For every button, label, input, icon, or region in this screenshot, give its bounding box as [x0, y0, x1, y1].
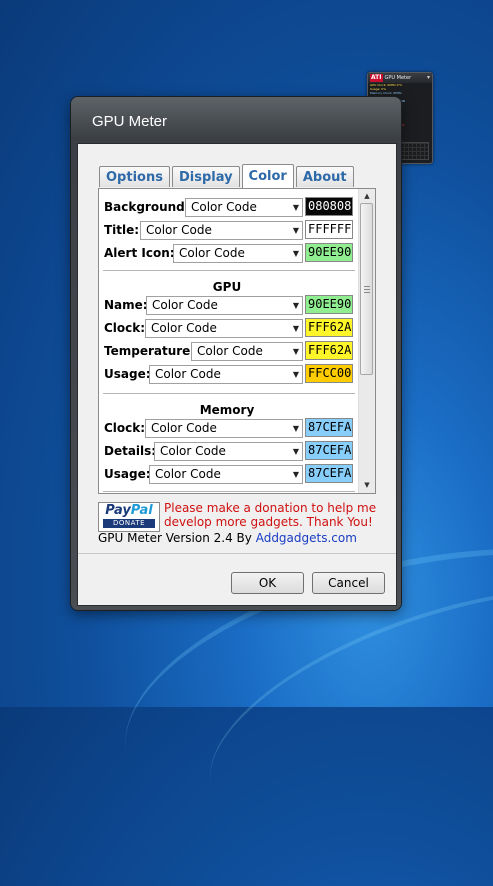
ati-logo: ATI [370, 74, 383, 82]
background-label: Background: [104, 200, 190, 214]
details-label: Details: [104, 444, 157, 458]
dropdown-arrow-icon[interactable]: ▼ [293, 466, 299, 483]
tab-display[interactable]: Display [171, 166, 240, 187]
usage-label: Usage: [104, 467, 151, 481]
dropdown-arrow-icon[interactable]: ▼ [293, 245, 299, 262]
dialog-client-area: Options Display Color About Background: C… [77, 143, 397, 606]
name-color-mode-select[interactable]: Color Code ▼ [146, 295, 303, 315]
background-color-mode-select[interactable]: Color Code ▼ [185, 197, 303, 217]
general-title-row: Title: Color Code ▼ [104, 220, 303, 240]
temperature-label: Temperature: [104, 344, 196, 358]
temperature-color-mode-select[interactable]: Color Code ▼ [191, 341, 303, 361]
memory-section-heading: Memory [199, 403, 255, 417]
memory-usage-row: Usage: Color Code ▼ [104, 464, 303, 484]
alert-icon-color-mode-select[interactable]: Color Code ▼ [173, 243, 303, 263]
gadget-options-icon[interactable]: ▾ [427, 75, 430, 81]
title-label: Title: [104, 223, 140, 237]
title-color-mode-select[interactable]: Color Code ▼ [140, 220, 303, 240]
gpu-clock-row: Clock: Color Code ▼ [104, 318, 303, 338]
tab-color[interactable]: Color [241, 164, 294, 188]
paypal-logo: PayPal [105, 503, 153, 518]
divider [103, 270, 355, 271]
grip-line [364, 292, 370, 293]
ok-button[interactable]: OK [231, 572, 304, 594]
details-color-mode-select[interactable]: Color Code ▼ [154, 441, 303, 461]
gpu-usage-row: Usage: Color Code ▼ [104, 364, 303, 384]
alert-icon-color-code-field[interactable]: 90EE90 [305, 243, 353, 262]
divider [103, 393, 355, 394]
scroll-down-arrow-icon[interactable]: ▼ [359, 478, 375, 493]
temperature-color-code-field[interactable]: FFF62A [305, 341, 353, 360]
gadget-title: GPU Meter [384, 75, 412, 81]
cancel-button[interactable]: Cancel [312, 572, 385, 594]
details-color-code-field[interactable]: 87CEFA [305, 441, 353, 460]
usage-color-mode-select[interactable]: Color Code ▼ [149, 364, 303, 384]
clock-color-mode-select[interactable]: Color Code ▼ [145, 318, 303, 338]
tab-options[interactable]: Options [99, 166, 170, 187]
paypal-donate-button[interactable]: PayPal DONATE [98, 502, 160, 532]
scroll-up-arrow-icon[interactable]: ▲ [359, 189, 375, 204]
dropdown-arrow-icon[interactable]: ▼ [293, 320, 299, 337]
dropdown-arrow-icon[interactable]: ▼ [293, 199, 299, 216]
dropdown-arrow-icon[interactable]: ▼ [293, 222, 299, 239]
button-area-separator [78, 553, 396, 554]
memory-clock-row: Clock: Color Code ▼ [104, 418, 303, 438]
gpu-section-heading: GPU [212, 280, 242, 294]
general-alert-icon-row: Alert Icon: Color Code ▼ [104, 243, 303, 263]
settings-tabs: Options Display Color About [99, 164, 356, 188]
name-label: Name: [104, 298, 148, 312]
color-settings-panel: Background: Color Code ▼ 080808 Title: Color … [98, 188, 376, 494]
clock-color-code-field[interactable]: FFF62A [305, 318, 353, 337]
gpu-temperature-row: Temperature: Color Code ▼ [104, 341, 303, 361]
donation-message: Please make a donation to help me develo… [164, 501, 377, 529]
gadget-header: ATI GPU Meter ▾ [368, 73, 432, 83]
divider [103, 491, 355, 492]
donate-label: DONATE [103, 519, 155, 528]
background-color-code-field[interactable]: 080808 [305, 197, 353, 216]
title-color-code-field[interactable]: FFFFFF [305, 220, 353, 239]
clock-label: Clock: [104, 321, 146, 335]
memory-details-row: Details: Color Code ▼ [104, 441, 303, 461]
version-text: GPU Meter Version 2.4 By Addgadgets.com [98, 531, 357, 545]
alert-icon-label: Alert Icon: [104, 246, 175, 260]
usage-label: Usage: [104, 367, 151, 381]
dropdown-arrow-icon[interactable]: ▼ [293, 343, 299, 360]
clock-color-code-field[interactable]: 87CEFA [305, 418, 353, 437]
dropdown-arrow-icon[interactable]: ▼ [293, 443, 299, 460]
usage-color-code-field[interactable]: 87CEFA [305, 464, 353, 483]
dropdown-arrow-icon[interactable]: ▼ [293, 420, 299, 437]
usage-color-mode-select[interactable]: Color Code ▼ [149, 464, 303, 484]
clock-label: Clock: [104, 421, 146, 435]
grip-line [364, 289, 370, 290]
scrollbar-thumb[interactable] [360, 203, 373, 375]
tab-about[interactable]: About [295, 166, 354, 187]
dropdown-arrow-icon[interactable]: ▼ [293, 366, 299, 383]
dialog-title: GPU Meter [92, 113, 168, 130]
addgadgets-link[interactable]: Addgadgets.com [256, 531, 357, 545]
gpu-name-row: Name: Color Code ▼ [104, 295, 303, 315]
gpu-meter-settings-dialog: GPU Meter Options Display Color About Ba… [71, 97, 401, 610]
name-color-code-field[interactable]: 90EE90 [305, 295, 353, 314]
general-background-row: Background: Color Code ▼ [104, 197, 303, 217]
grip-line [364, 286, 370, 287]
usage-color-code-field[interactable]: FFCC00 [305, 364, 353, 383]
dropdown-arrow-icon[interactable]: ▼ [293, 297, 299, 314]
clock-color-mode-select[interactable]: Color Code ▼ [145, 418, 303, 438]
panel-scrollbar[interactable]: ▲ ▼ [358, 189, 375, 493]
